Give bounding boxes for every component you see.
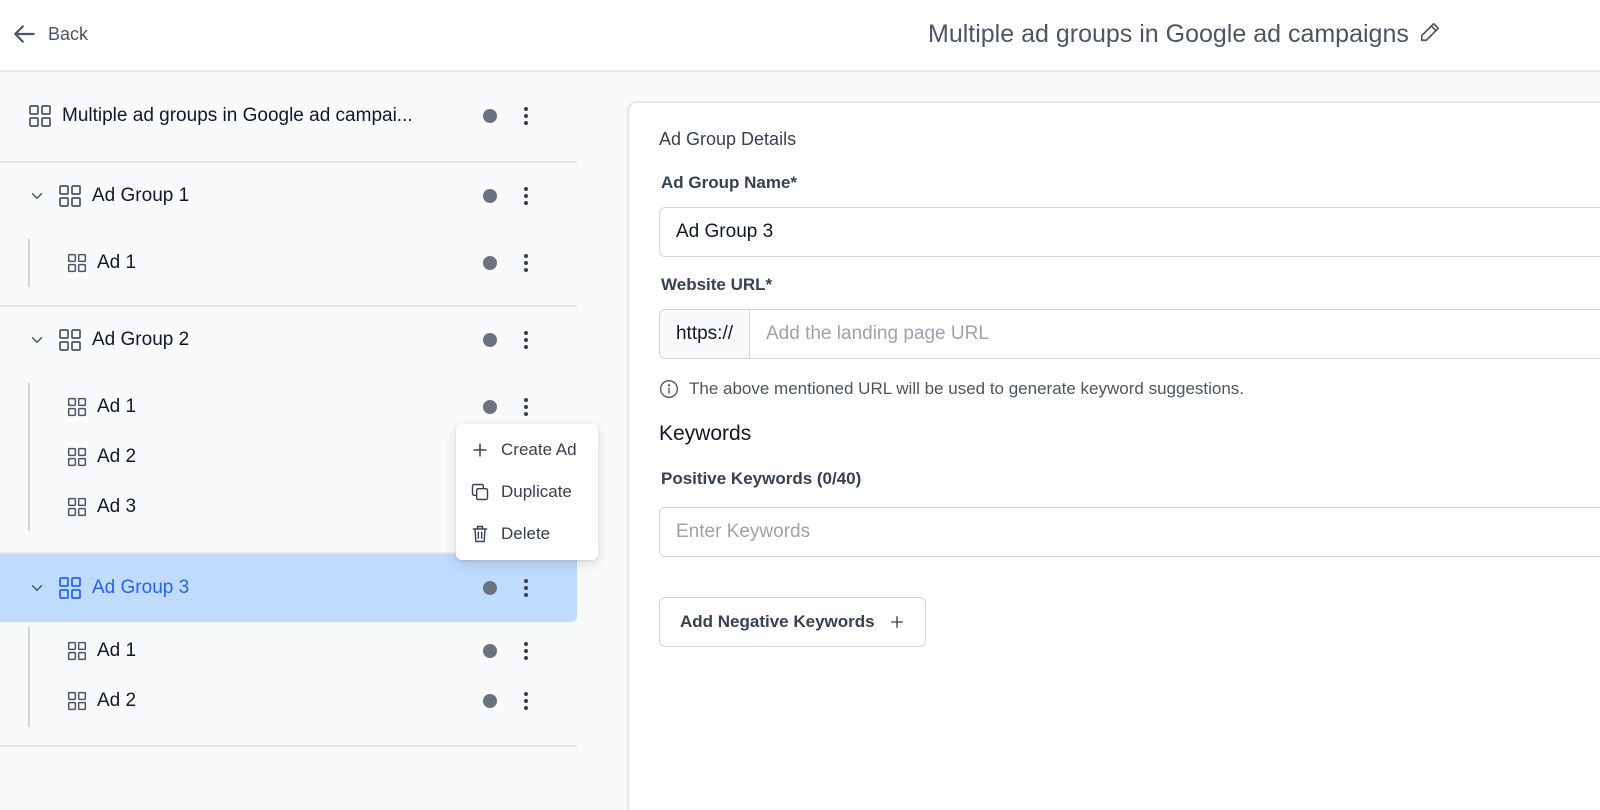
menu-item-label: Duplicate xyxy=(501,482,572,501)
status-dot xyxy=(483,109,497,123)
ad-group-label: Ad Group 2 xyxy=(92,329,190,350)
ad-label: Ad 1 xyxy=(97,640,137,661)
menu-item-duplicate[interactable]: Duplicate xyxy=(456,474,598,510)
ad-group-more-button[interactable] xyxy=(516,327,536,353)
chevron-down-icon[interactable] xyxy=(28,331,46,349)
arrow-left-icon xyxy=(14,25,35,43)
ad-group-row[interactable]: Ad Group 2 xyxy=(0,314,577,366)
website-url-input[interactable] xyxy=(750,310,1600,358)
trash-icon xyxy=(472,525,488,543)
plus-icon xyxy=(473,443,487,457)
menu-item-create-ad[interactable]: Create Ad xyxy=(456,432,598,468)
ad-more-button[interactable] xyxy=(516,638,536,664)
ad-group-name-input[interactable]: Ad Group 3 xyxy=(659,207,1600,257)
back-button[interactable]: Back xyxy=(12,20,88,48)
chevron-down-icon[interactable] xyxy=(28,187,46,205)
kebab-icon xyxy=(524,398,528,416)
ad-label: Ad 3 xyxy=(97,496,137,517)
ad-group-label: Ad Group 1 xyxy=(92,185,190,206)
divider xyxy=(0,745,577,747)
status-dot xyxy=(483,400,497,414)
ad-more-button[interactable] xyxy=(516,394,536,420)
campaign-label: Multiple ad groups in Google ad campai..… xyxy=(62,105,413,126)
grid-icon xyxy=(67,497,87,517)
kebab-icon xyxy=(524,692,528,710)
grid-icon xyxy=(67,691,87,711)
website-url-label: Website URL* xyxy=(661,275,773,294)
plus-icon xyxy=(890,616,903,628)
ad-row[interactable]: Ad 2 xyxy=(0,678,577,724)
pencil-icon xyxy=(1420,22,1439,41)
chevron-down-icon[interactable] xyxy=(28,579,46,597)
status-dot xyxy=(483,644,497,658)
url-hint-text: The above mentioned URL will be used to … xyxy=(689,379,1245,398)
divider xyxy=(0,161,577,163)
ad-group-row-selected[interactable]: Ad Group 3 xyxy=(0,554,577,622)
campaign-row[interactable]: Multiple ad groups in Google ad campai..… xyxy=(0,90,577,142)
url-hint: The above mentioned URL will be used to … xyxy=(659,379,1244,399)
keywords-heading: Keywords xyxy=(659,422,752,445)
kebab-icon xyxy=(524,254,528,272)
copy-icon xyxy=(471,483,489,501)
ad-group-more-button[interactable] xyxy=(516,575,536,601)
kebab-icon xyxy=(524,579,528,597)
ad-label: Ad 2 xyxy=(97,690,137,711)
positive-keywords-input[interactable] xyxy=(659,507,1600,557)
ad-group-details-panel: Ad Group Details Ad Group Name* Ad Group… xyxy=(627,101,1600,810)
page-title-group: Multiple ad groups in Google ad campaign… xyxy=(928,18,1441,50)
info-icon xyxy=(660,380,678,398)
menu-item-delete[interactable]: Delete xyxy=(456,516,598,552)
status-dot xyxy=(483,694,497,708)
context-menu: Create Ad Duplicate Delete xyxy=(456,424,598,560)
ad-group-row[interactable]: Ad Group 1 xyxy=(0,170,577,222)
ad-label: Ad 1 xyxy=(97,252,137,273)
grid-icon xyxy=(67,397,87,417)
edit-title-button[interactable] xyxy=(1419,21,1441,48)
status-dot xyxy=(483,256,497,270)
ad-group-name-label: Ad Group Name* xyxy=(661,173,798,192)
url-prefix: https:// xyxy=(660,310,750,358)
grid-icon xyxy=(29,105,51,127)
ad-more-button[interactable] xyxy=(516,688,536,714)
status-dot xyxy=(483,581,497,595)
ad-label: Ad 1 xyxy=(97,396,137,417)
top-bar: Back Multiple ad groups in Google ad cam… xyxy=(0,0,1600,72)
grid-icon xyxy=(67,253,87,273)
grid-icon xyxy=(67,447,87,467)
back-label: Back xyxy=(48,23,89,44)
grid-icon xyxy=(59,577,81,599)
kebab-icon xyxy=(524,107,528,125)
status-dot xyxy=(483,333,497,347)
grid-icon xyxy=(67,641,87,661)
ad-label: Ad 2 xyxy=(97,446,137,467)
ad-group-label: Ad Group 3 xyxy=(92,577,190,598)
add-negative-keywords-button[interactable]: Add Negative Keywords xyxy=(659,597,926,647)
add-negative-keywords-label: Add Negative Keywords xyxy=(680,612,875,631)
ad-group-more-button[interactable] xyxy=(516,183,536,209)
grid-icon xyxy=(59,329,81,351)
page-title: Multiple ad groups in Google ad campaign… xyxy=(928,19,1409,48)
ad-row[interactable]: Ad 1 xyxy=(0,628,577,674)
kebab-icon xyxy=(524,331,528,349)
kebab-icon xyxy=(524,187,528,205)
status-dot xyxy=(483,189,497,203)
website-url-group: https:// xyxy=(659,309,1600,359)
section-title: Ad Group Details xyxy=(659,129,797,149)
menu-item-label: Create Ad xyxy=(501,440,577,459)
kebab-icon xyxy=(524,642,528,660)
ad-row[interactable]: Ad 1 xyxy=(0,240,577,286)
positive-keywords-label: Positive Keywords (0/40) xyxy=(661,469,862,488)
grid-icon xyxy=(59,185,81,207)
ad-more-button[interactable] xyxy=(516,250,536,276)
divider xyxy=(0,305,577,307)
menu-item-label: Delete xyxy=(501,524,551,543)
campaign-more-button[interactable] xyxy=(516,103,536,129)
